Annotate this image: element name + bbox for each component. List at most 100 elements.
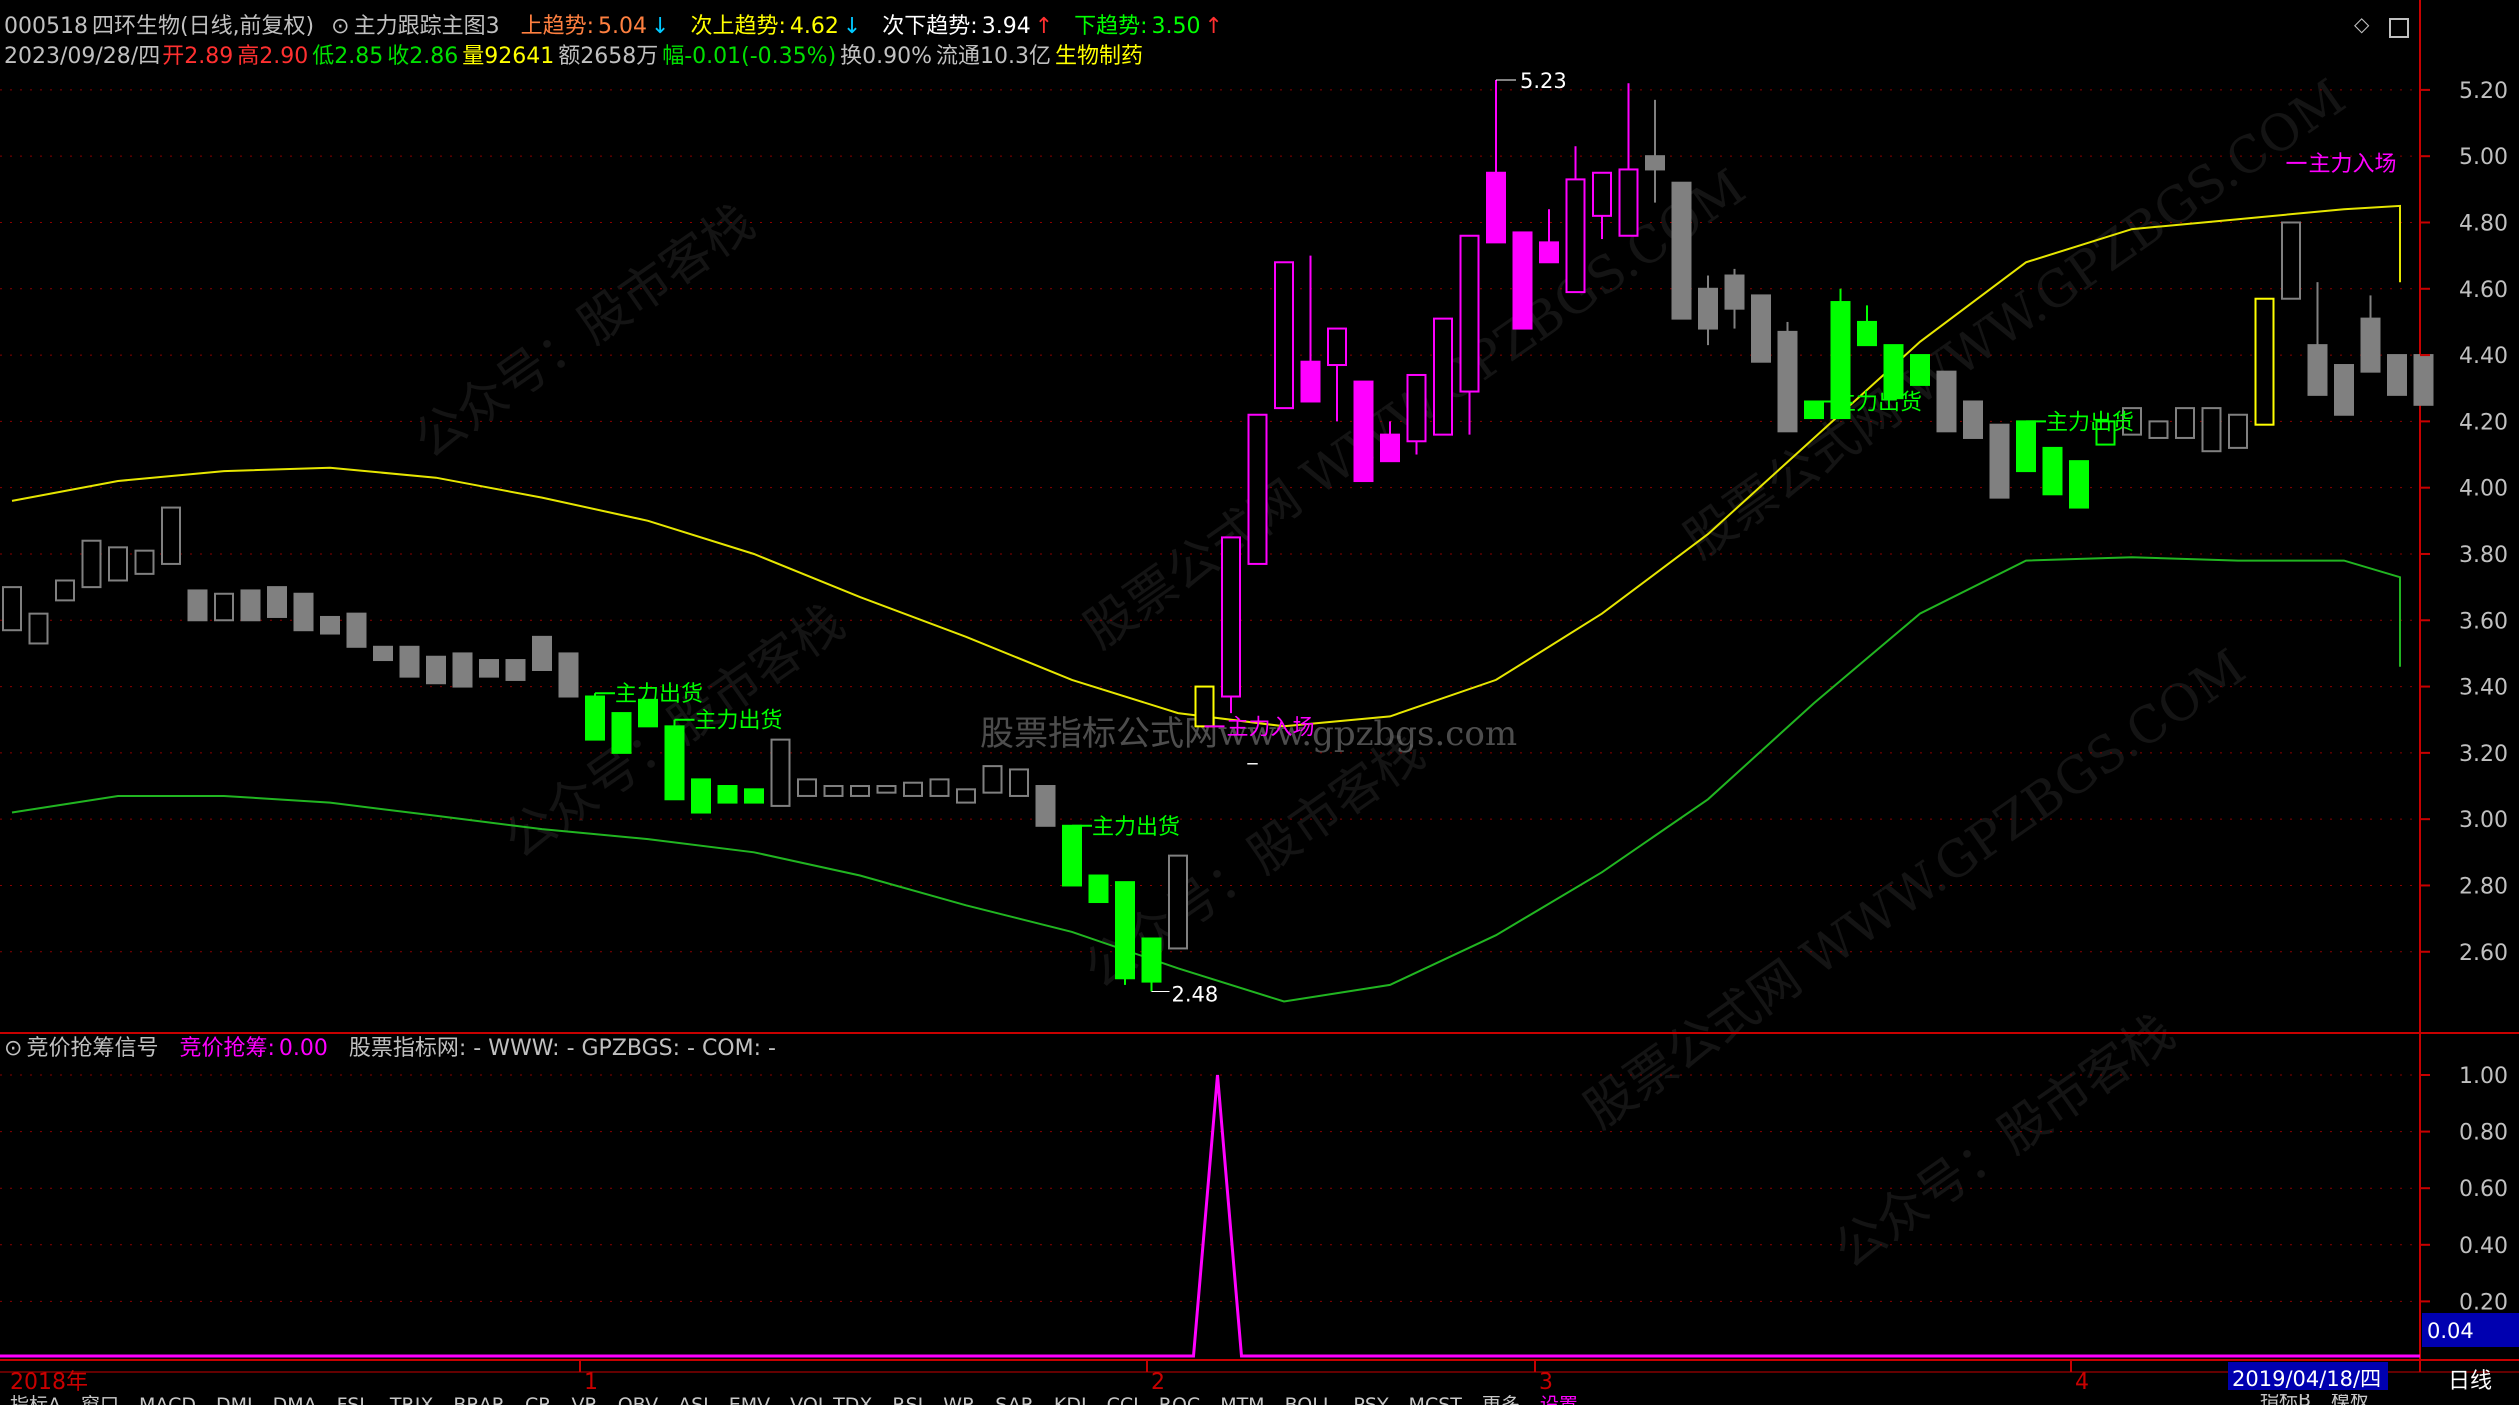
- tab-6[interactable]: TRIX: [380, 1395, 443, 1405]
- stock-name[interactable]: 四环生物(日线,前复权): [92, 14, 314, 39]
- tab-7[interactable]: BRAR: [443, 1395, 515, 1405]
- tab-1[interactable]: 窗口: [71, 1395, 129, 1405]
- candle: [797, 778, 817, 797]
- candle-body: [1115, 881, 1135, 980]
- tab-20[interactable]: MTM: [1210, 1395, 1274, 1405]
- candle: [2307, 282, 2328, 396]
- tab-17[interactable]: KDJ: [1044, 1395, 1097, 1405]
- candle: [850, 785, 870, 797]
- tab-11[interactable]: ASI: [668, 1395, 719, 1405]
- sector-value[interactable]: 生物制药: [1055, 44, 1143, 69]
- candle-body: [797, 778, 817, 797]
- right-tabs: 指标B 模板: [2250, 1394, 2379, 1405]
- candle: [1035, 785, 1056, 827]
- tab-19[interactable]: ROC: [1149, 1395, 1210, 1405]
- stock-code[interactable]: 000518: [4, 14, 88, 39]
- tab-3[interactable]: DMI: [206, 1395, 263, 1405]
- candle-body: [1777, 330, 1798, 433]
- tab-24[interactable]: 更多: [1472, 1395, 1530, 1405]
- period-label[interactable]: 日线: [2448, 1369, 2492, 1394]
- candle: [982, 765, 1003, 794]
- tab-15[interactable]: WR: [933, 1395, 985, 1405]
- tab-25[interactable]: 设置: [1530, 1395, 1588, 1405]
- candle: [1963, 400, 1983, 439]
- change-value: 幅-0.01(-0.35%): [662, 44, 837, 69]
- high-label: 高: [237, 44, 260, 69]
- collapse-icon[interactable]: ⊙: [4, 1036, 22, 1061]
- candle: [1141, 937, 1162, 992]
- tab-right-0[interactable]: 指标B: [2250, 1394, 2321, 1405]
- month-label: 2: [1151, 1370, 1165, 1395]
- tab-5[interactable]: FSL: [327, 1395, 380, 1405]
- candle: [2281, 221, 2301, 300]
- tab-23[interactable]: MCST: [1399, 1395, 1472, 1405]
- candle-body: [1804, 400, 1824, 420]
- candle-body: [2281, 221, 2301, 300]
- tab-8[interactable]: CR: [515, 1395, 561, 1405]
- tab-21[interactable]: BOLL: [1275, 1395, 1344, 1405]
- quote-bar: 2023/09/28/四开2.89 高2.90 低2.85 收2.86 量92641 额2…: [4, 42, 1147, 72]
- watermark-text: 公众号：股市客栈: [1824, 1003, 2185, 1280]
- tab-16[interactable]: SAR: [985, 1395, 1044, 1405]
- candle: [55, 579, 75, 602]
- candle: [108, 546, 128, 582]
- candle: [1539, 209, 1559, 264]
- candle-body: [108, 546, 128, 582]
- candle: [1512, 231, 1533, 330]
- tab-14[interactable]: RSI: [882, 1395, 933, 1405]
- candle: [558, 652, 579, 698]
- candle: [2228, 413, 2248, 449]
- candle-body: [399, 645, 420, 678]
- candle-body: [2, 586, 22, 632]
- y-tick-label: 4.60: [2459, 278, 2508, 303]
- tab-18[interactable]: CCI: [1097, 1395, 1149, 1405]
- tab-right-1[interactable]: 模板: [2321, 1394, 2379, 1405]
- tab-22[interactable]: PSY: [1343, 1395, 1398, 1405]
- tab-9[interactable]: VR: [561, 1395, 607, 1405]
- enter-signal-label: 主力入场: [1227, 715, 1315, 740]
- candle-body: [664, 725, 685, 801]
- tab-2[interactable]: MACD: [129, 1395, 206, 1405]
- candle-body: [2387, 354, 2407, 396]
- candle-body: [1459, 234, 1480, 393]
- candle: [1618, 83, 1639, 237]
- candle: [28, 612, 49, 645]
- sub-indicator-name[interactable]: 竞价抢筹信号: [26, 1036, 158, 1061]
- diamond-icon[interactable]: ◇: [2354, 12, 2369, 36]
- y-tick-label: 2.80: [2459, 874, 2508, 899]
- indicator-header: 000518 四环生物(日线,前复权) ⊙ 主力跟踪主图3 上趋势: 5.04 ↓ 次上…: [4, 12, 1227, 42]
- signal-value: 0.00: [278, 1036, 328, 1061]
- candle: [505, 659, 526, 681]
- tab-4[interactable]: DMA: [263, 1395, 327, 1405]
- down-trend-label: 下趋势:: [1074, 14, 1148, 39]
- y-tick-label: 4.40: [2459, 344, 2508, 369]
- candle: [1645, 99, 1665, 203]
- collapse-icon[interactable]: ⊙: [331, 14, 349, 39]
- up-arrow-icon: ↑: [1034, 14, 1054, 39]
- candle-body: [1512, 231, 1533, 330]
- exit-signal-label: 主力出货: [1834, 390, 1922, 415]
- maximize-icon[interactable]: [2389, 18, 2409, 38]
- candle-body: [1671, 181, 1692, 320]
- candle: [2175, 407, 2195, 439]
- candle: [956, 788, 976, 804]
- close-value: 2.86: [409, 44, 459, 69]
- y-tick-label: 2.60: [2459, 941, 2508, 966]
- tab-0[interactable]: 指标A: [0, 1395, 71, 1405]
- candle-body: [823, 785, 844, 797]
- candle-body: [1910, 354, 1930, 386]
- candle-body: [1406, 373, 1427, 443]
- tab-10[interactable]: OBV: [608, 1395, 668, 1405]
- exit-signal-label: 主力出货: [695, 709, 783, 734]
- candle-body: [929, 778, 950, 797]
- candle-body: [320, 615, 340, 635]
- indicator-name[interactable]: 主力跟踪主图3: [354, 14, 500, 39]
- cursor-date-label: 2019/04/18/四: [2232, 1367, 2381, 1391]
- current-value-label: 0.04: [2427, 1319, 2474, 1343]
- max-price-label: 5.23: [1520, 69, 1567, 93]
- tab-12[interactable]: EMV: [719, 1395, 780, 1405]
- candle-body: [479, 659, 499, 678]
- tab-13[interactable]: VOL-TDX: [780, 1395, 882, 1405]
- candle-body: [1936, 370, 1957, 433]
- candle-body: [585, 695, 605, 741]
